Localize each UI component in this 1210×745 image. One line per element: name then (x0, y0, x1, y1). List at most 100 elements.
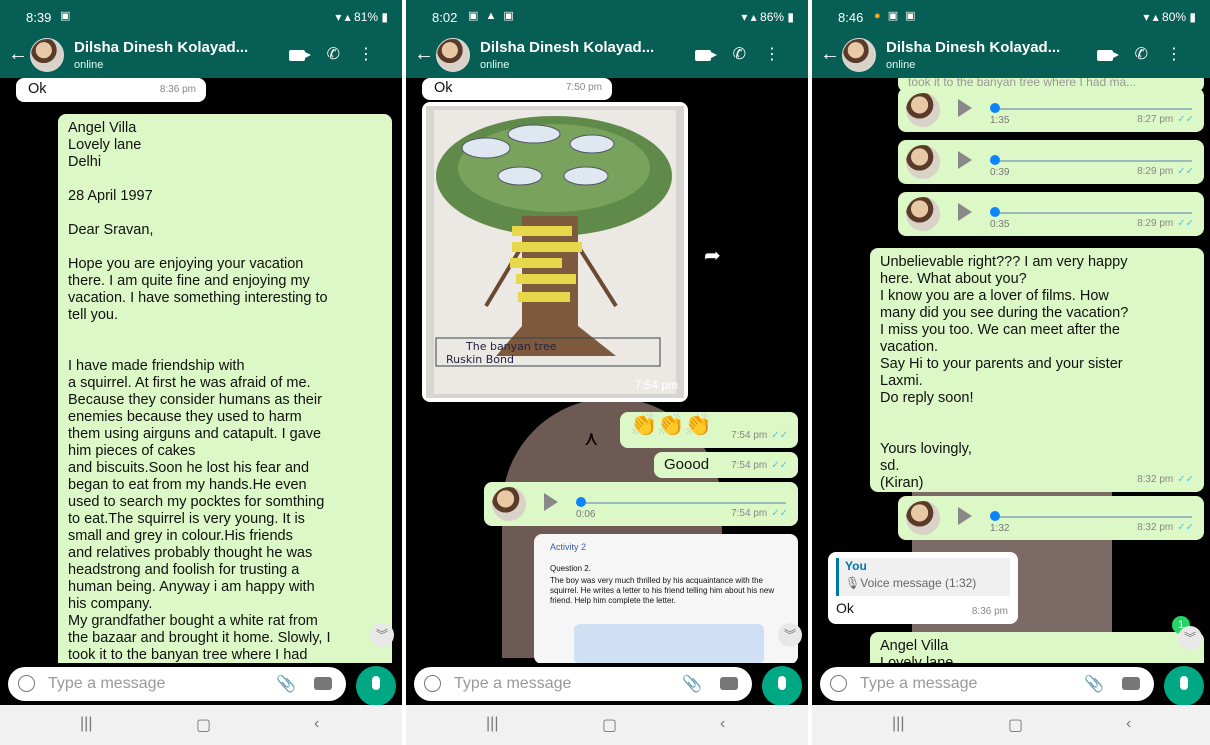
video-call-icon[interactable] (1096, 50, 1119, 61)
text-line: I miss you too. We can meet after the (880, 322, 1120, 338)
text-line (68, 205, 382, 222)
doc-body: The boy was very much thrilled by his ac… (550, 576, 775, 605)
play-icon[interactable] (958, 203, 972, 221)
mic-button[interactable] (356, 666, 396, 706)
voice-track[interactable] (990, 212, 1192, 214)
text-line: Lovely lane (880, 655, 954, 663)
recents-icon[interactable]: ||| (486, 715, 498, 733)
voice-call-icon[interactable]: ✆ (327, 46, 358, 63)
forward-icon[interactable]: ➦ (704, 243, 721, 268)
camera-icon[interactable] (720, 677, 738, 690)
scroll-down-icon[interactable]: ︾ (778, 623, 802, 647)
letter-message[interactable]: Angel Villa Lovely lane Delhi 28 April 1997… (58, 114, 392, 663)
recents-icon[interactable]: ||| (892, 715, 904, 733)
text-line: tell you. (68, 307, 118, 323)
video-call-icon[interactable] (694, 50, 717, 61)
text-line: headstrong and foolish for trusting a (68, 562, 300, 578)
message-input[interactable]: Type a message 📎 (414, 667, 752, 701)
attach-icon[interactable]: 📎 (682, 674, 702, 694)
next-letter-message[interactable]: Angel Villa Lovely lane (870, 632, 1204, 663)
header-actions: ✆⋮ (288, 44, 392, 64)
voice-duration: 0:35 (990, 219, 1010, 230)
text-line (68, 324, 382, 341)
play-icon[interactable] (958, 151, 972, 169)
menu-icon[interactable]: ⋮ (358, 46, 392, 63)
voice-message[interactable]: 1:32 8:32 pm ✓✓ (898, 496, 1204, 540)
voice-call-icon[interactable]: ✆ (733, 46, 764, 63)
battery-indicator: ▾ ▴ 86% ▮ (741, 10, 794, 24)
text-line: Hope you are enjoying your vacation (68, 256, 304, 272)
chat-area[interactable]: ⋏ Ok 7:50 pm The banyan tree Ruskin Bond… (406, 78, 808, 663)
avatar[interactable] (842, 38, 876, 72)
play-icon[interactable] (958, 507, 972, 525)
emoji-icon[interactable] (18, 675, 35, 692)
text-line: a squirrel. At first he was afraid of me… (68, 375, 311, 391)
home-icon[interactable]: ▢ (1008, 715, 1023, 735)
quoted-voice[interactable]: You 🎙Voice message (1:32) (836, 558, 1010, 596)
reply-quote-message[interactable]: You 🎙Voice message (1:32) Ok 8:36 pm (828, 552, 1018, 624)
voice-track[interactable] (990, 108, 1192, 110)
text-line (68, 171, 382, 188)
avatar[interactable] (436, 38, 470, 72)
text-line: vacation. (880, 339, 939, 355)
attach-icon[interactable]: 📎 (1084, 674, 1104, 694)
clock: 8:02 (432, 10, 458, 25)
mic-button[interactable] (762, 666, 802, 706)
camera-icon[interactable] (1122, 677, 1140, 690)
video-call-icon[interactable] (288, 50, 311, 61)
banyan-tree-drawing[interactable]: The banyan tree Ruskin Bond (426, 106, 684, 398)
home-icon[interactable]: ▢ (602, 715, 617, 735)
voice-track[interactable] (990, 160, 1192, 162)
camera-icon[interactable] (314, 677, 332, 690)
back-arrow-icon[interactable]: ← (8, 43, 28, 66)
text-line: the bazaar and brought it home. Slowly, … (68, 630, 331, 646)
contact-name[interactable]: Dilsha Dinesh Kolayad... (480, 39, 654, 56)
back-arrow-icon[interactable]: ← (820, 43, 840, 66)
play-icon[interactable] (958, 99, 972, 117)
attach-icon[interactable]: 📎 (276, 674, 296, 694)
message-input[interactable]: Type a message 📎 (8, 667, 346, 701)
voice-message[interactable]: 0:06 7:54 pm ✓✓ (484, 482, 798, 526)
message-incoming[interactable]: Ok 8:36 pm (16, 78, 206, 102)
avatar[interactable] (30, 38, 64, 72)
voice-message[interactable]: 0:35 8:29 pm ✓✓ (898, 192, 1204, 236)
reply-text: Unbelievable right??? I am very happy her… (880, 254, 1194, 492)
back-arrow-icon[interactable]: ← (414, 43, 434, 66)
back-nav-icon[interactable]: ‹ (314, 715, 319, 733)
emoji-icon[interactable] (424, 675, 441, 692)
menu-icon[interactable]: ⋮ (1166, 46, 1200, 63)
voice-call-icon[interactable]: ✆ (1135, 46, 1166, 63)
text-line (68, 239, 382, 256)
scroll-down-icon[interactable]: ︾ (1178, 626, 1202, 650)
goood-message[interactable]: Goood 7:54 pm ✓✓ (654, 452, 798, 478)
status-bar: 8:02 ▣ ▲ ▣ ▾ ▴ 86% ▮ (406, 0, 808, 34)
emoji-icon[interactable] (830, 675, 847, 692)
back-nav-icon[interactable]: ‹ (1126, 715, 1131, 733)
contact-name[interactable]: Dilsha Dinesh Kolayad... (74, 39, 248, 56)
voice-track[interactable] (990, 516, 1192, 518)
document-preview[interactable]: Activity 2 Question 2. The boy was very … (534, 534, 798, 663)
message-input[interactable]: Type a message 📎 (820, 667, 1154, 701)
mic-button[interactable] (1164, 666, 1204, 706)
image-time: 7:54 pm (634, 378, 678, 392)
contact-name[interactable]: Dilsha Dinesh Kolayad... (886, 39, 1060, 56)
chat-area[interactable]: took it to the banyan tree where I had m… (812, 78, 1210, 663)
voice-track[interactable] (576, 502, 786, 504)
chat-area[interactable]: Ok 8:36 pm Angel Villa Lovely lane Delhi 28… (0, 78, 402, 663)
menu-icon[interactable]: ⋮ (764, 46, 798, 63)
reply-message[interactable]: Unbelievable right??? I am very happy her… (870, 248, 1204, 492)
play-icon[interactable] (544, 493, 558, 511)
voice-message[interactable]: 1:35 8:27 pm ✓✓ (898, 88, 1204, 132)
emoji-message[interactable]: 👏👏👏 7:54 pm ✓✓ (620, 412, 798, 448)
recents-icon[interactable]: ||| (80, 715, 92, 733)
text-line: My grandfather bought a white rat from (68, 613, 318, 629)
message-incoming[interactable]: Ok 7:50 pm (422, 78, 612, 100)
home-icon[interactable]: ▢ (196, 715, 211, 735)
voice-message[interactable]: 0:39 8:29 pm ✓✓ (898, 140, 1204, 184)
back-nav-icon[interactable]: ‹ (720, 715, 725, 733)
quote-author: You (845, 559, 867, 573)
scroll-down-icon[interactable]: ︾ (370, 623, 394, 647)
battery-indicator: ▾ ▴ 80% ▮ (1143, 10, 1196, 24)
image-message[interactable]: The banyan tree Ruskin Bond 7:54 pm (422, 102, 688, 402)
text-line: him pieces of cakes (68, 443, 196, 459)
